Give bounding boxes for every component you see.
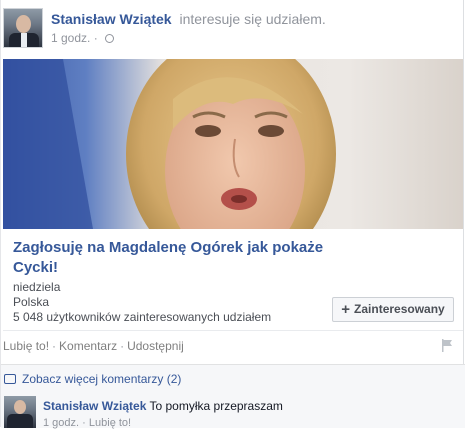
avatar-shirt bbox=[21, 33, 27, 47]
event-interested-count[interactable]: 5 048 użytkowników zainteresowanych udzi… bbox=[13, 310, 271, 324]
event-location: Polska bbox=[13, 295, 50, 309]
author-name[interactable]: Stanisław Wziątek bbox=[51, 11, 172, 27]
like-link[interactable]: Lubię to! bbox=[3, 339, 49, 353]
action-separator: · bbox=[120, 339, 125, 353]
speech-bubble-icon bbox=[4, 374, 16, 384]
meta-separator: · bbox=[93, 31, 98, 45]
share-link[interactable]: Udostępnij bbox=[127, 339, 184, 353]
author-avatar[interactable] bbox=[3, 8, 43, 48]
comment-like-link[interactable]: Lubię to! bbox=[89, 417, 131, 429]
comment-link[interactable]: Komentarz bbox=[59, 339, 117, 353]
plus-icon: + bbox=[341, 301, 351, 318]
post-action-text: interesuje się udziałem. bbox=[179, 11, 326, 27]
facebook-post: Stanisław Wziątek interesuje się udziałe… bbox=[0, 0, 465, 429]
view-more-comments[interactable]: Zobacz więcej komentarzy (2) bbox=[4, 372, 181, 386]
event-cover-photo[interactable] bbox=[3, 59, 463, 229]
view-more-comments-label: Zobacz więcej komentarzy (2) bbox=[22, 372, 182, 386]
cover-photo-illustration bbox=[3, 59, 463, 229]
comment-meta-separator: · bbox=[82, 417, 86, 429]
comment-time[interactable]: 1 godz. bbox=[43, 417, 79, 429]
event-day: niedziela bbox=[13, 280, 61, 294]
comments-section: Zobacz więcej komentarzy (2) Stanisław W… bbox=[1, 364, 465, 429]
comment-text: To pomyłka przepraszam bbox=[149, 399, 283, 413]
interested-button[interactable]: + Zainteresowany bbox=[332, 297, 454, 322]
avatar-head bbox=[14, 400, 26, 414]
event-card: Zagłosuję na Magdalenę Ogórek jak pokaże… bbox=[3, 229, 463, 331]
comment-author-avatar[interactable] bbox=[4, 396, 36, 428]
comment-meta: 1 godz. · Lubię to! bbox=[43, 417, 131, 429]
interested-button-label: Zainteresowany bbox=[354, 302, 445, 316]
post-time[interactable]: 1 godz. bbox=[51, 31, 90, 45]
comment-author-name[interactable]: Stanisław Wziątek bbox=[43, 399, 146, 413]
action-separator: · bbox=[52, 339, 57, 353]
post-actions: Lubię to! · Komentarz · Udostępnij bbox=[3, 339, 184, 353]
flag-icon[interactable] bbox=[441, 339, 453, 352]
post-header: Stanisław Wziątek interesuje się udziałe… bbox=[51, 11, 326, 27]
globe-icon[interactable] bbox=[105, 34, 115, 43]
comment-body: Stanisław Wziątek To pomyłka przepraszam bbox=[43, 399, 283, 413]
avatar-suit bbox=[7, 414, 33, 428]
event-title[interactable]: Zagłosuję na Magdalenę Ogórek jak pokaże… bbox=[13, 238, 333, 278]
post-meta: 1 godz. · bbox=[51, 31, 115, 45]
avatar-head bbox=[16, 15, 31, 33]
